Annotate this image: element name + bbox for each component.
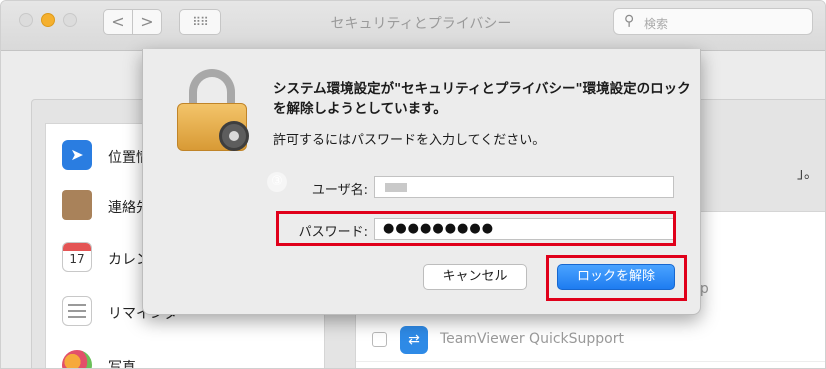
unlock-button-highlight-box	[546, 255, 687, 301]
dialog-subtitle: 許可するにはパスワードを入力してください。	[273, 133, 546, 148]
calendar-icon: 17	[62, 242, 92, 272]
cancel-button[interactable]: キャンセル	[423, 264, 527, 290]
back-button[interactable]: <	[103, 9, 133, 35]
unlock-auth-sheet: システム環境設定が"セキュリティとプライバシー"環境設定のロックを解除しようとし…	[142, 49, 701, 315]
system-preferences-window: < > ⠿⠿ セキュリティとプライバシー ⚲ 検索 ➤ 位置情 連絡先 17 カ…	[0, 0, 826, 369]
sidebar-item-label: 写真	[108, 360, 136, 369]
search-icon: ⚲	[624, 13, 635, 29]
username-label: ユーザ名:	[311, 183, 368, 198]
location-arrow-icon: ➤	[62, 140, 92, 170]
close-window-button[interactable]	[19, 13, 33, 27]
list-item[interactable]: ⇄ TeamViewer QuickSupport	[356, 318, 825, 362]
search-placeholder: 検索	[644, 17, 669, 31]
zoom-window-button[interactable]	[63, 13, 77, 27]
password-highlight-box	[276, 211, 676, 246]
minimize-window-button[interactable]	[41, 13, 55, 27]
app-name: TeamViewer QuickSupport	[440, 331, 624, 347]
username-field[interactable]	[374, 176, 674, 198]
gear-icon	[219, 121, 249, 151]
contacts-icon	[62, 190, 92, 220]
lock-icon	[177, 69, 251, 151]
title-bar: < > ⠿⠿ セキュリティとプライバシー ⚲ 検索	[1, 1, 825, 51]
calendar-day: 17	[69, 252, 85, 266]
teamviewer-icon: ⇄	[400, 326, 428, 354]
search-field[interactable]: ⚲ 検索	[613, 8, 813, 35]
redacted-username	[385, 183, 407, 192]
forward-button[interactable]: >	[132, 9, 162, 35]
window-title: セキュリティとプライバシー	[330, 16, 512, 32]
app-checkbox[interactable]	[372, 332, 387, 347]
photos-icon	[62, 350, 92, 368]
dialog-title: システム環境設定が"セキュリティとプライバシー"環境設定のロックを解除しようとし…	[273, 81, 691, 117]
reminders-icon	[62, 296, 92, 326]
show-all-grid-button[interactable]: ⠿⠿	[179, 9, 221, 35]
sidebar-item-photos[interactable]: 写真	[58, 348, 318, 369]
panel-heading-fragment: 」。	[797, 166, 818, 182]
